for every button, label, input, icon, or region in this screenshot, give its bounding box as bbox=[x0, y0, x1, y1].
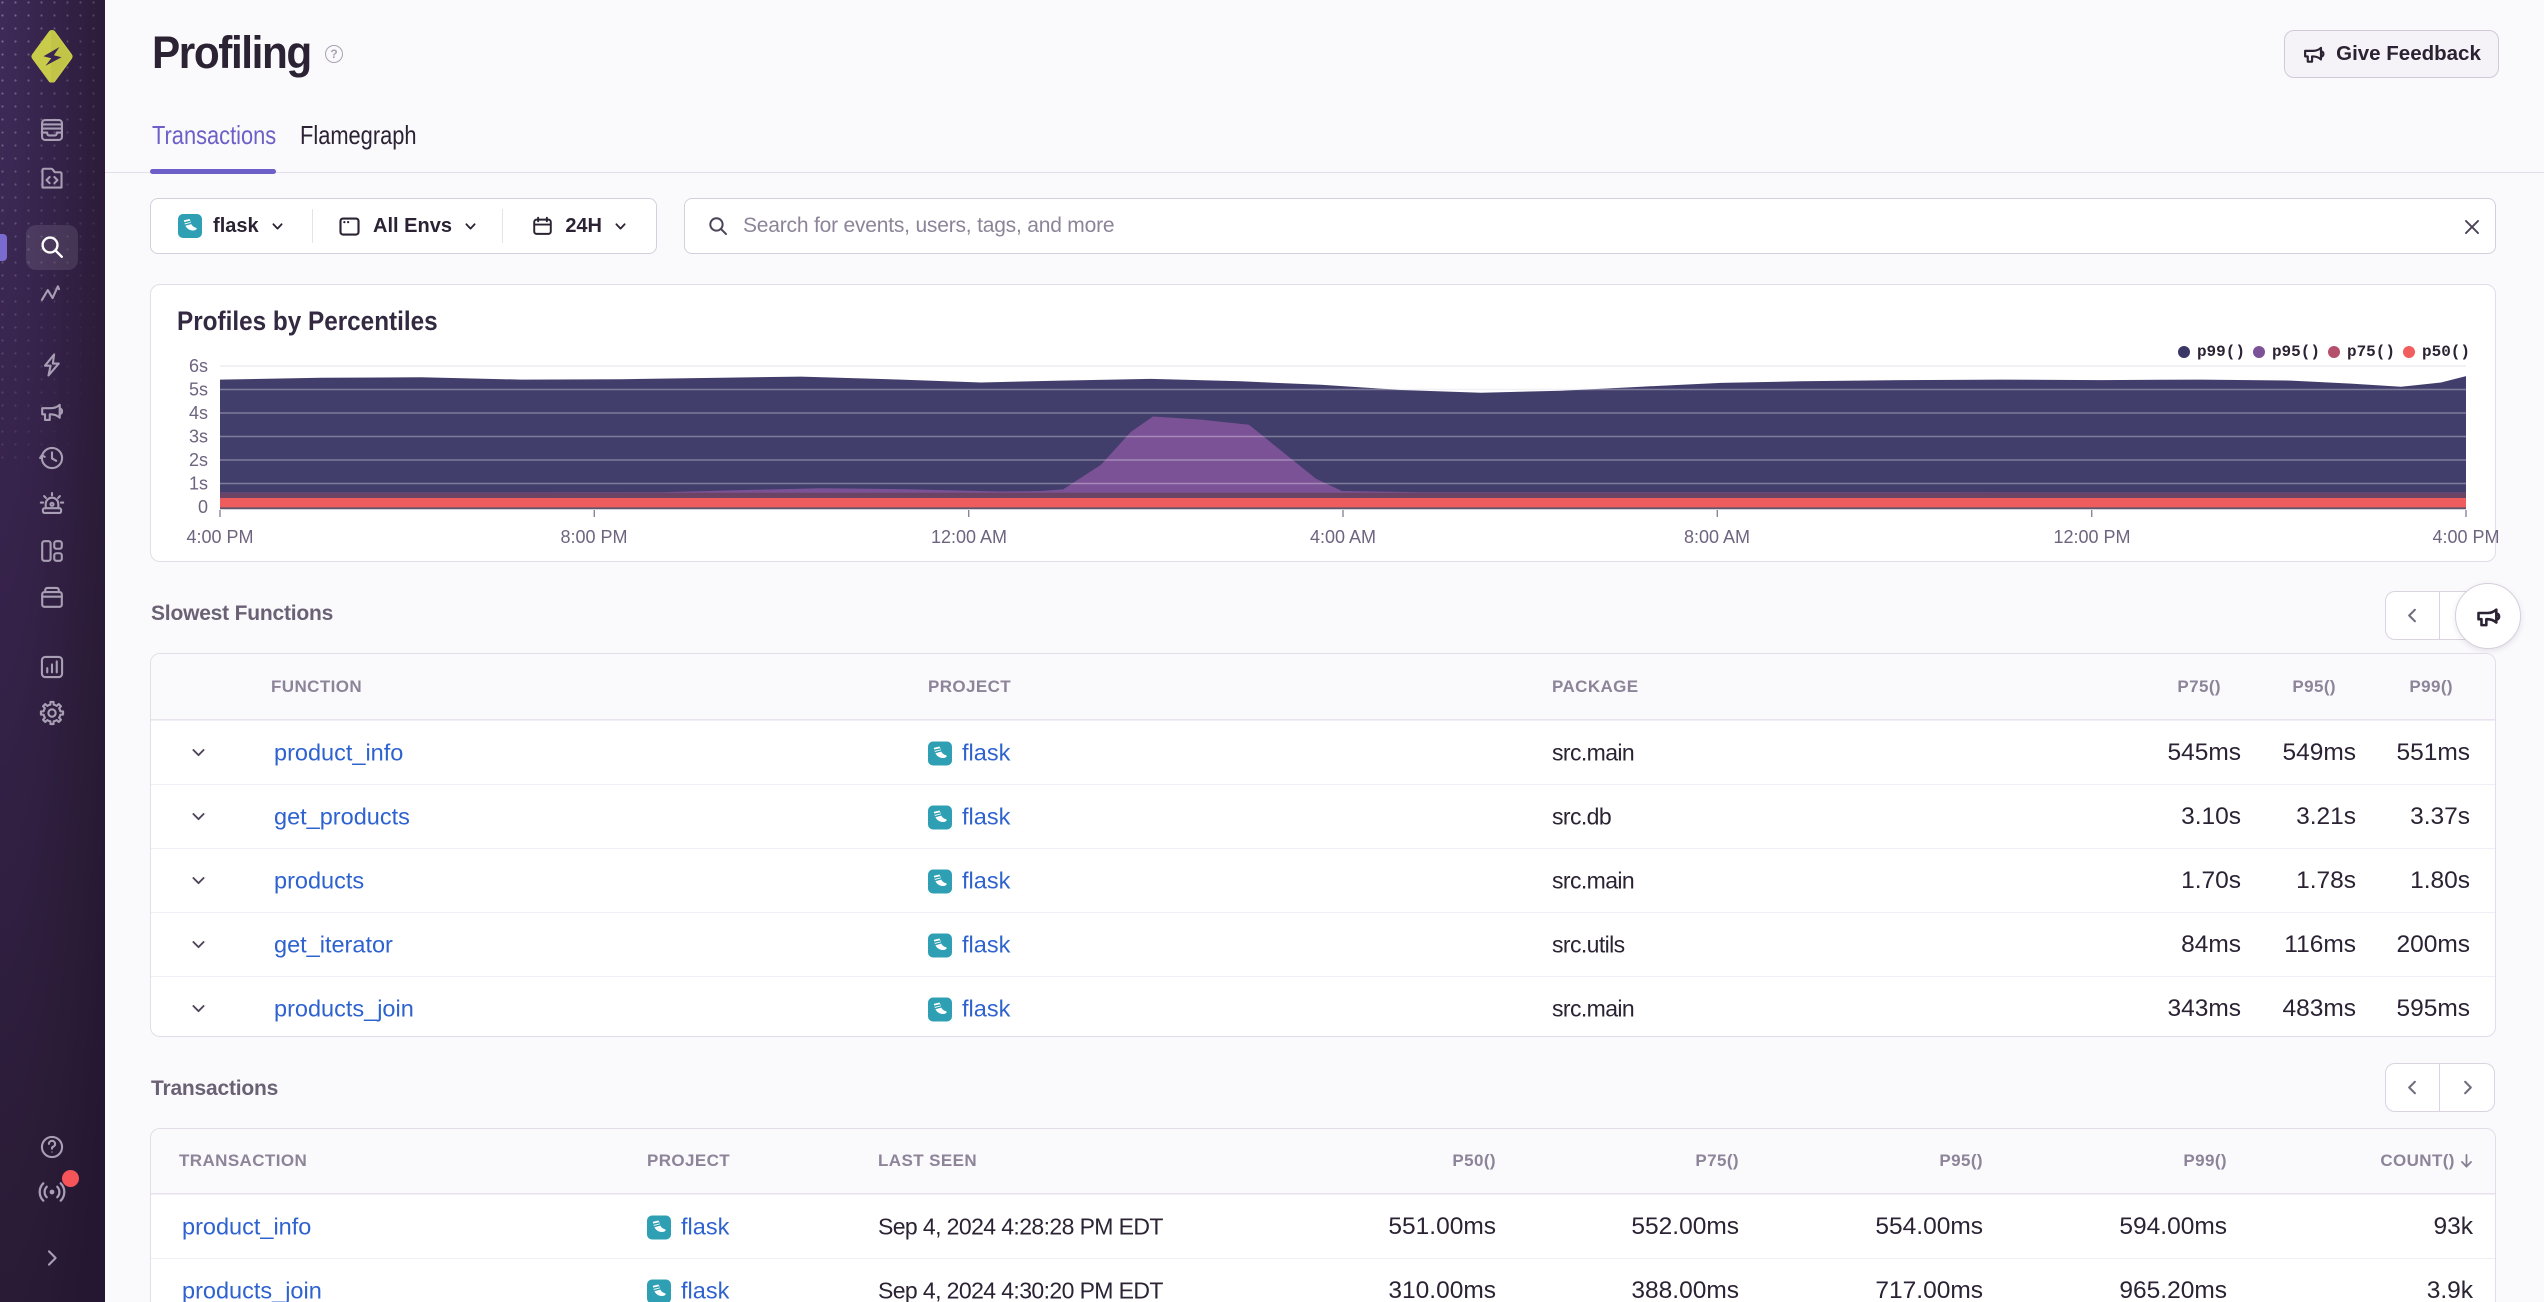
svg-text:5s: 5s bbox=[189, 380, 208, 400]
svg-text:4s: 4s bbox=[189, 403, 208, 423]
svg-text:1s: 1s bbox=[189, 474, 208, 494]
svg-text:6s: 6s bbox=[189, 356, 208, 376]
svg-text:4:00 AM: 4:00 AM bbox=[1310, 527, 1376, 547]
svg-text:0: 0 bbox=[198, 497, 208, 517]
svg-text:4:00 PM: 4:00 PM bbox=[2432, 527, 2499, 547]
svg-text:8:00 PM: 8:00 PM bbox=[560, 527, 627, 547]
svg-text:2s: 2s bbox=[189, 450, 208, 470]
svg-text:8:00 AM: 8:00 AM bbox=[1684, 527, 1750, 547]
svg-text:4:00 PM: 4:00 PM bbox=[186, 527, 253, 547]
svg-text:12:00 PM: 12:00 PM bbox=[2053, 527, 2130, 547]
svg-text:3s: 3s bbox=[189, 427, 208, 447]
svg-text:12:00 AM: 12:00 AM bbox=[931, 527, 1007, 547]
